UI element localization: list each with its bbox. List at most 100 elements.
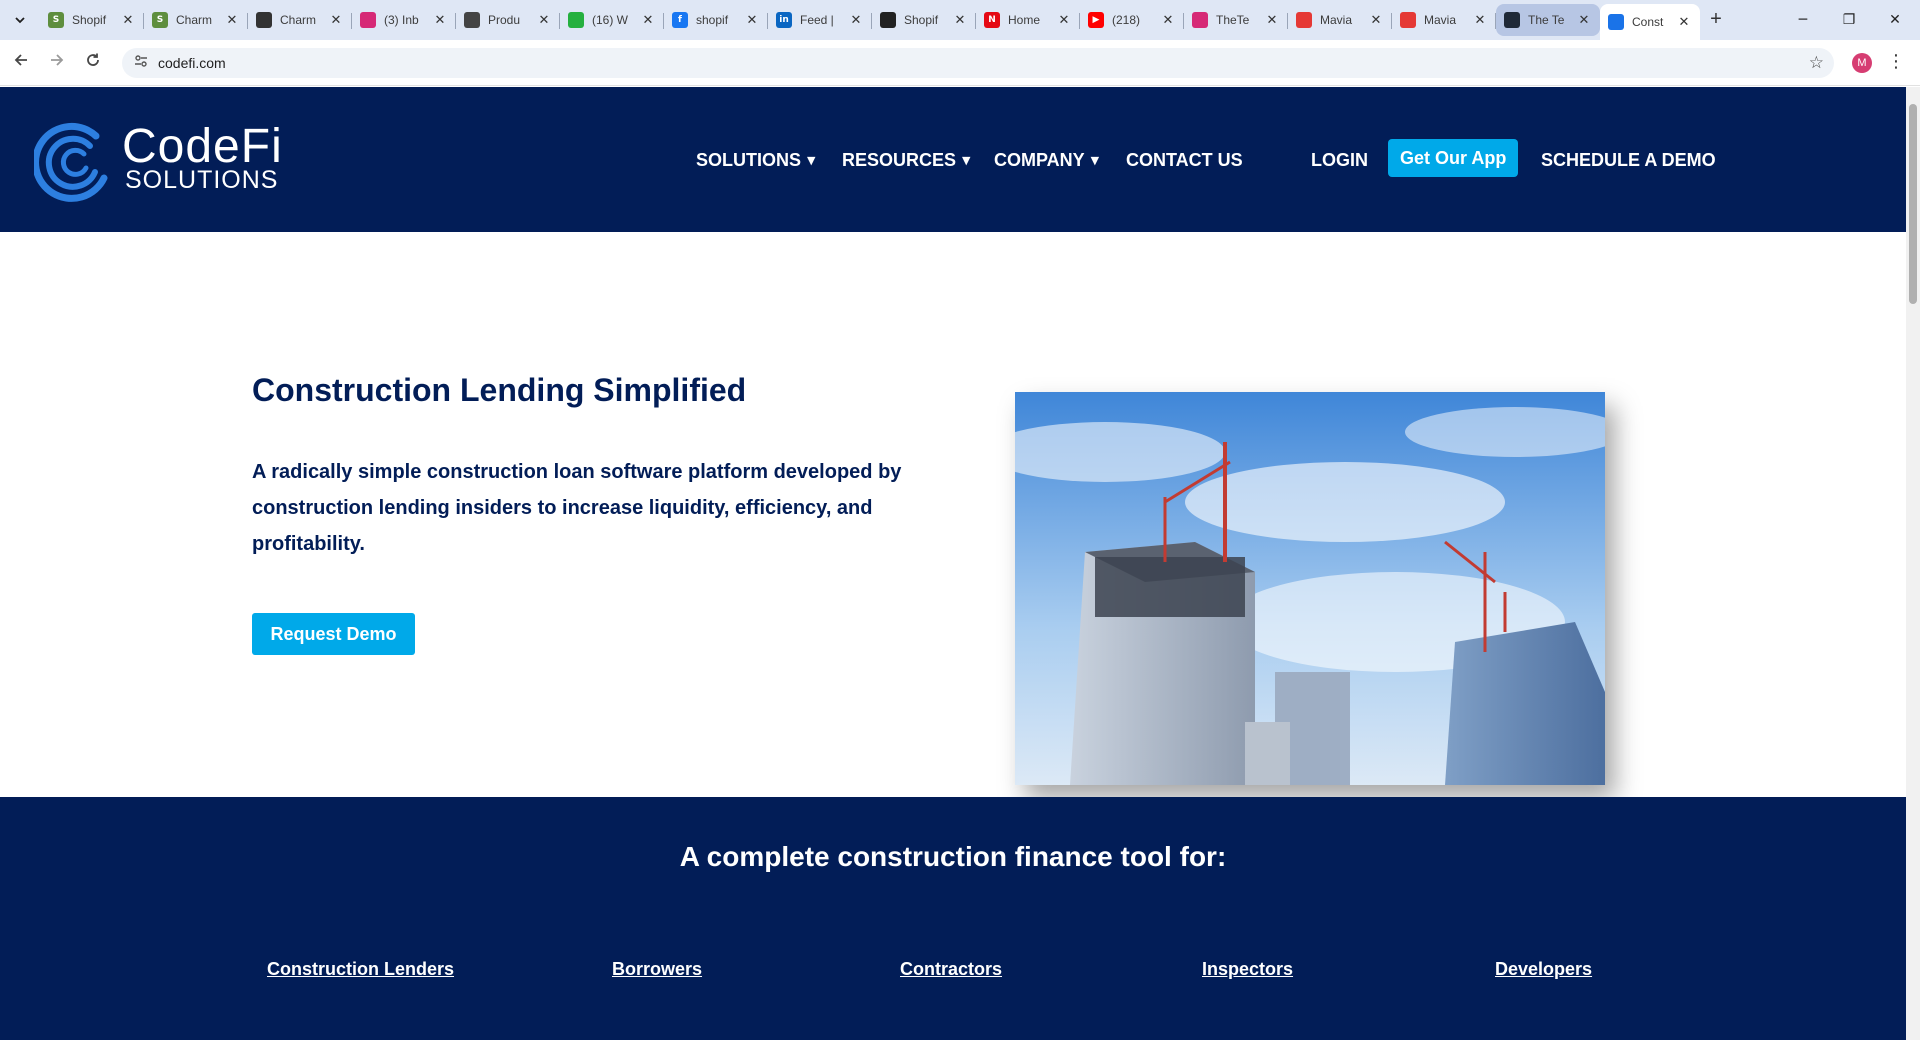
tab-title: Shopif	[904, 13, 939, 27]
profile-avatar[interactable]: M	[1852, 53, 1872, 73]
forward-arrow-icon	[51, 54, 64, 66]
tab-favicon-icon: f	[672, 12, 688, 28]
browser-tab[interactable]: S Charm ✕	[144, 4, 248, 36]
audience-link-borrowers[interactable]: Borrowers	[612, 959, 702, 980]
tab-close-icon[interactable]: ✕	[1264, 12, 1280, 28]
browser-tab[interactable]: Mavia ✕	[1392, 4, 1496, 36]
audience-link-construction-lenders[interactable]: Construction Lenders	[267, 959, 454, 980]
audience-link-contractors[interactable]: Contractors	[900, 959, 1002, 980]
browser-menu-icon[interactable]: ⋮	[1886, 52, 1906, 72]
nav-resources[interactable]: RESOURCES ▼	[842, 141, 971, 179]
tab-close-icon[interactable]: ✕	[952, 12, 968, 28]
construction-skyline-image	[1015, 392, 1605, 785]
tab-favicon-icon	[1192, 12, 1208, 28]
address-bar[interactable]: codefi.com ☆	[122, 48, 1834, 78]
browser-toolbar: codefi.com ☆ M ⋮	[0, 40, 1920, 86]
browser-tab[interactable]: Shopif ✕	[872, 4, 976, 36]
audience-link-inspectors[interactable]: Inspectors	[1202, 959, 1293, 980]
tab-close-icon[interactable]: ✕	[1160, 12, 1176, 28]
chevron-down-icon	[15, 17, 25, 24]
browser-tab[interactable]: S Shopif ✕	[40, 4, 144, 36]
site-info-icon[interactable]	[132, 54, 150, 72]
tab-favicon-icon: N	[984, 12, 1000, 28]
audience-link-developers[interactable]: Developers	[1495, 959, 1592, 980]
tab-title: Feed |	[800, 13, 834, 27]
url-text[interactable]: codefi.com	[158, 55, 226, 71]
tab-close-icon[interactable]: ✕	[224, 12, 240, 28]
tab-close-icon[interactable]: ✕	[640, 12, 656, 28]
chevron-down-icon: ▼	[962, 153, 971, 167]
tab-close-icon[interactable]: ✕	[1368, 12, 1384, 28]
browser-tab[interactable]: Const ✕	[1600, 4, 1700, 40]
tab-title: The Te	[1528, 13, 1565, 27]
tab-title: Home	[1008, 13, 1041, 27]
tab-close-icon[interactable]: ✕	[1576, 12, 1592, 28]
browser-tab[interactable]: N Home ✕	[976, 4, 1080, 36]
audience-section: A complete construction finance tool for…	[0, 797, 1906, 1040]
tab-favicon-icon	[1504, 12, 1520, 28]
nav-contact-label: CONTACT US	[1126, 149, 1243, 170]
tab-favicon-icon: in	[776, 12, 792, 28]
restore-button[interactable]: ❐	[1826, 0, 1872, 40]
codefi-logo[interactable]: CodeFi SOLUTIONS	[34, 120, 294, 204]
tab-close-icon[interactable]: ✕	[432, 12, 448, 28]
browser-tab[interactable]: Charm ✕	[248, 4, 352, 36]
tab-favicon-icon	[464, 12, 480, 28]
tab-title: (16) W	[592, 13, 628, 27]
tab-favicon-icon	[1296, 12, 1312, 28]
browser-tab[interactable]: in Feed | ✕	[768, 4, 872, 36]
browser-tab[interactable]: (3) Inb ✕	[352, 4, 456, 36]
tab-search-button[interactable]	[8, 8, 32, 32]
minimize-button[interactable]: ─	[1780, 0, 1826, 40]
tab-title: Charm	[280, 13, 317, 27]
tab-favicon-icon	[568, 12, 584, 28]
tab-list: S Shopif ✕ S Charm ✕ Charm ✕ (3) Inb ✕ Produ ✕ (16) …	[40, 4, 1700, 40]
nav-contact-us[interactable]: CONTACT US	[1126, 141, 1243, 179]
browser-tab[interactable]: f shopif ✕	[664, 4, 768, 36]
tab-title: (218)	[1112, 13, 1141, 27]
tab-favicon-icon	[256, 12, 272, 28]
reload-button[interactable]	[80, 50, 106, 76]
request-demo-button[interactable]: Request Demo	[252, 613, 415, 655]
site-header: CodeFi SOLUTIONS SOLUTIONS ▼ RESOURCES ▼ C…	[0, 87, 1906, 232]
tab-favicon-icon: S	[152, 12, 168, 28]
tab-title: Mavia	[1320, 13, 1353, 27]
new-tab-button[interactable]: +	[1704, 8, 1728, 32]
nav-solutions[interactable]: SOLUTIONS ▼	[696, 141, 815, 179]
browser-tab[interactable]: Mavia ✕	[1288, 4, 1392, 36]
nav-company-label: COMPANY	[994, 149, 1085, 170]
nav-login[interactable]: LOGIN	[1311, 141, 1368, 179]
tab-close-icon[interactable]: ✕	[328, 12, 344, 28]
tab-close-icon[interactable]: ✕	[848, 12, 864, 28]
browser-tab[interactable]: (16) W ✕	[560, 4, 664, 36]
tab-title: (3) Inb	[384, 13, 419, 27]
back-button[interactable]	[8, 50, 34, 76]
browser-tab[interactable]: The Te ✕	[1496, 4, 1600, 36]
tab-title: Shopif	[72, 13, 107, 27]
tab-close-icon[interactable]: ✕	[1472, 12, 1488, 28]
tab-favicon-icon	[1608, 14, 1624, 30]
browser-tab[interactable]: Produ ✕	[456, 4, 560, 36]
tab-close-icon[interactable]: ✕	[1056, 12, 1072, 28]
nav-schedule-demo[interactable]: SCHEDULE A DEMO	[1541, 141, 1716, 179]
tab-close-icon[interactable]: ✕	[120, 12, 136, 28]
tab-title: Charm	[176, 13, 213, 27]
bookmark-star-icon[interactable]: ☆	[1809, 53, 1824, 73]
forward-button[interactable]	[44, 50, 70, 76]
get-our-app-button[interactable]: Get Our App	[1388, 139, 1519, 177]
tab-close-icon[interactable]: ✕	[744, 12, 760, 28]
scrollbar-thumb[interactable]	[1909, 104, 1917, 304]
tab-strip: S Shopif ✕ S Charm ✕ Charm ✕ (3) Inb ✕ Produ ✕ (16) …	[0, 0, 1920, 40]
tab-favicon-icon	[880, 12, 896, 28]
tab-close-icon[interactable]: ✕	[536, 12, 552, 28]
nav-solutions-label: SOLUTIONS	[696, 149, 802, 170]
tab-title: Produ	[488, 13, 521, 27]
hero-description: A radically simple construction loan sof…	[252, 461, 902, 555]
tab-close-icon[interactable]: ✕	[1676, 14, 1692, 30]
close-window-button[interactable]: ✕	[1872, 0, 1918, 40]
page-scrollbar[interactable]	[1906, 87, 1920, 1040]
nav-resources-label: RESOURCES	[842, 149, 957, 170]
nav-company[interactable]: COMPANY ▼	[994, 141, 1099, 179]
browser-tab[interactable]: ▶ (218) ✕	[1080, 4, 1184, 36]
browser-tab[interactable]: TheTe ✕	[1184, 4, 1288, 36]
